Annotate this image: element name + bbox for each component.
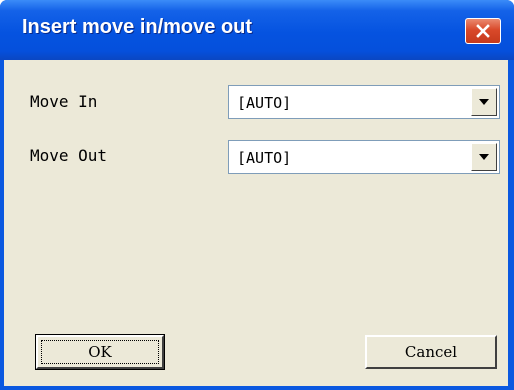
ok-button-label: OK [88,343,112,361]
cancel-button-label: Cancel [404,343,458,361]
move-in-dropdown-button[interactable] [471,88,497,116]
ok-button[interactable]: OK [35,334,165,370]
chevron-down-icon [479,154,489,160]
move-in-value: [AUTO] [237,94,292,112]
move-out-dropdown[interactable]: [AUTO] [228,140,500,174]
move-out-dropdown-button[interactable] [471,143,497,171]
dialog-window: Insert move in/move out Move In [AUTO] M… [0,0,514,390]
close-icon [476,24,490,38]
move-in-dropdown[interactable]: [AUTO] [228,85,500,119]
move-in-label: Move In [30,92,98,111]
dialog-body: Move In [AUTO] Move Out [AUTO] OK Cancel [4,60,508,386]
chevron-down-icon [479,99,489,105]
move-out-label: Move Out [30,146,108,165]
cancel-button[interactable]: Cancel [365,335,497,369]
move-out-value: [AUTO] [237,149,292,167]
close-button[interactable] [465,18,501,44]
title-bar[interactable]: Insert move in/move out [0,0,514,60]
dialog-title: Insert move in/move out [22,16,253,38]
